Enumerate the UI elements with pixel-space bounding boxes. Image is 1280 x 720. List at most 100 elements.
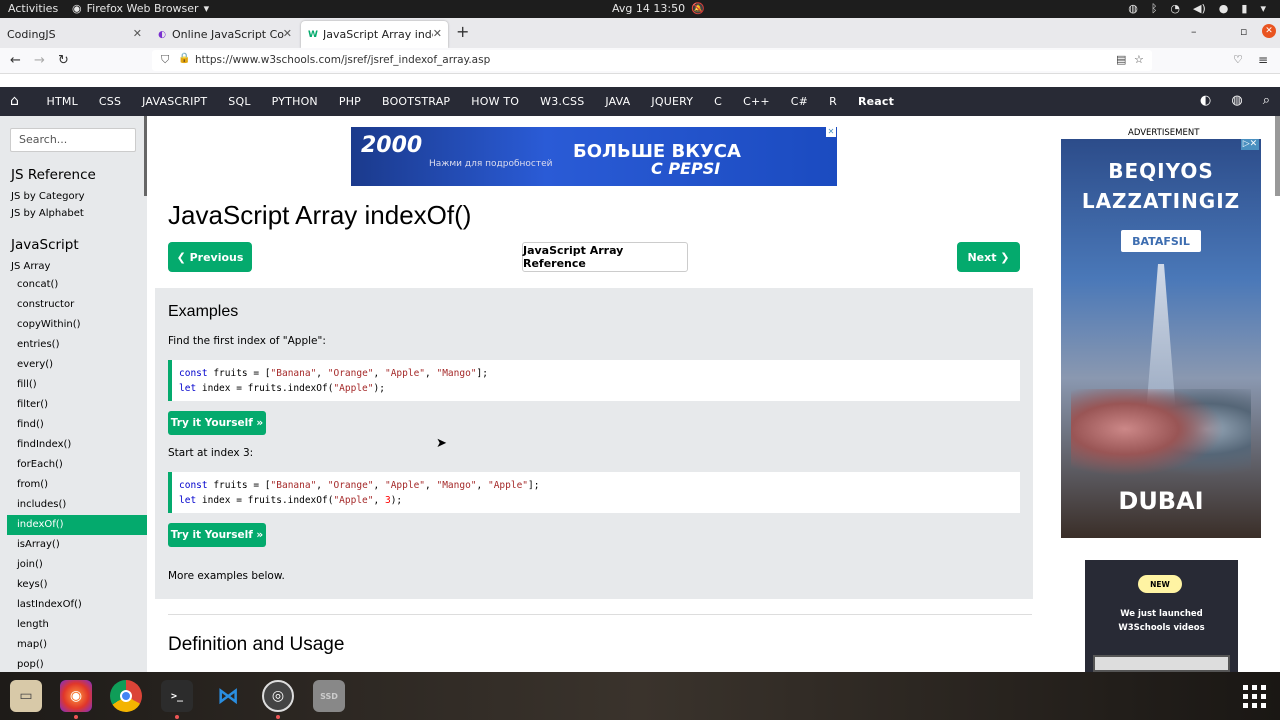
hamburger-menu-icon[interactable]: ≡ xyxy=(1258,53,1268,67)
obs-icon[interactable]: ◎ xyxy=(262,680,294,712)
theme-toggle-icon[interactable]: ◐ xyxy=(1200,93,1211,108)
sidebar-item-pop[interactable]: pop() xyxy=(0,655,147,672)
terminal-icon[interactable]: >_ xyxy=(161,680,193,712)
sidebar-item-isarray[interactable]: isArray() xyxy=(0,535,147,555)
sidebar-item-entries[interactable]: entries() xyxy=(0,335,147,355)
topnav-jquery[interactable]: JQUERY xyxy=(641,95,704,108)
sidebar-item-findindex[interactable]: findIndex() xyxy=(0,435,147,455)
sidebar-section-array[interactable]: JS Array xyxy=(11,261,50,272)
files-icon[interactable]: ▭ xyxy=(10,680,42,712)
previous-button[interactable]: ❮ Previous xyxy=(168,242,252,272)
try-it-yourself-button-2[interactable]: Try it Yourself » xyxy=(168,523,266,547)
chrome-icon[interactable] xyxy=(110,680,142,712)
new-tab-plus-icon[interactable]: + xyxy=(456,22,469,41)
system-tray[interactable]: ◍ ᛒ ◔ ◀) ● ▮ ▾ xyxy=(1128,2,1266,15)
topnav-java[interactable]: JAVA xyxy=(595,95,641,108)
pocket-icon[interactable]: ♡ xyxy=(1233,53,1243,66)
videos-promo[interactable]: NEW We just launched W3Schools videos xyxy=(1085,560,1238,672)
search-icon[interactable]: ⌕ xyxy=(1263,93,1270,108)
ad-close-icon[interactable]: ✕ xyxy=(826,127,836,137)
promo-screenshot xyxy=(1093,655,1230,672)
topnav-javascript[interactable]: JAVASCRIPT xyxy=(132,95,218,108)
minimize-icon[interactable]: – xyxy=(1191,25,1197,38)
topnav-w3css[interactable]: W3.CSS xyxy=(530,95,595,108)
tab-online-compiler[interactable]: ◐ Online JavaScript Compil ✕ xyxy=(150,21,298,48)
definition-heading: Definition and Usage xyxy=(168,634,345,655)
os-top-bar: Activities ◉ Firefox Web Browser ▾ Avg 1… xyxy=(0,0,1280,18)
sidebar-link-alphabet[interactable]: JS by Alphabet xyxy=(11,208,84,219)
sidebar-item-map[interactable]: map() xyxy=(0,635,147,655)
sidebar-item-constructor[interactable]: constructor xyxy=(0,295,147,315)
examples-heading: Examples xyxy=(168,303,239,320)
tab-codingjs[interactable]: CodingJS ✕ xyxy=(0,21,148,48)
close-icon[interactable]: ✕ xyxy=(283,27,292,40)
home-icon[interactable]: ⌂ xyxy=(10,93,19,109)
sidebar-item-filter[interactable]: filter() xyxy=(0,395,147,415)
sidebar-item-from[interactable]: from() xyxy=(0,475,147,495)
maximize-icon[interactable]: ▫ xyxy=(1240,25,1247,38)
close-icon[interactable]: ✕ xyxy=(133,27,142,40)
app-grid-icon[interactable] xyxy=(1243,685,1267,709)
reader-view-icon[interactable]: ▤ xyxy=(1116,53,1126,66)
array-reference-button[interactable]: JavaScript Array Reference xyxy=(522,242,688,272)
running-indicator xyxy=(175,715,179,719)
topnav-csharp[interactable]: C# xyxy=(780,95,818,108)
try-it-yourself-button-1[interactable]: Try it Yourself » xyxy=(168,411,266,435)
next-button[interactable]: Next ❯ xyxy=(957,242,1020,272)
topnav-c[interactable]: C xyxy=(704,95,733,108)
topnav-python[interactable]: PYTHON xyxy=(261,95,328,108)
firefox-icon[interactable]: ◉ xyxy=(60,680,92,712)
ad-cta-button[interactable]: BATAFSIL xyxy=(1121,230,1201,252)
ad-number: 2000 xyxy=(361,133,423,158)
clock[interactable]: Avg 14 13:50 🔕 xyxy=(612,2,705,15)
globe-icon[interactable]: ◍ xyxy=(1231,93,1242,108)
sidebar-item-fill[interactable]: fill() xyxy=(0,375,147,395)
disk-icon[interactable]: SSD xyxy=(313,680,345,712)
lock-icon[interactable]: 🔒 xyxy=(178,53,190,64)
address-bar[interactable]: ⛉ 🔒 https://www.w3schools.com/jsref/jsre… xyxy=(152,50,1152,71)
sidebar-item-keys[interactable]: keys() xyxy=(0,575,147,595)
shield-icon[interactable]: ⛉ xyxy=(161,53,169,67)
bookmark-star-icon[interactable]: ☆ xyxy=(1134,53,1144,66)
sidebar-item-every[interactable]: every() xyxy=(0,355,147,375)
topnav-css[interactable]: CSS xyxy=(88,95,131,108)
sidebar-item-find[interactable]: find() xyxy=(0,415,147,435)
ad-subtext: Нажми для подробностей xyxy=(429,159,553,169)
top-ad-banner[interactable]: 2000 Нажми для подробностей БОЛЬШЕ ВКУСА… xyxy=(351,127,837,186)
battery-icon: ▮ xyxy=(1241,2,1248,15)
sidebar-item-foreach[interactable]: forEach() xyxy=(0,455,147,475)
back-arrow-icon[interactable]: ← xyxy=(10,53,21,68)
sidebar-link-category[interactable]: JS by Category xyxy=(11,191,85,202)
sidebar-item-lastindexof[interactable]: lastIndexOf() xyxy=(0,595,147,615)
close-window-icon[interactable]: ✕ xyxy=(1262,24,1276,38)
ad-close-icon[interactable]: ▷✕ xyxy=(1241,139,1259,150)
close-icon[interactable]: ✕ xyxy=(433,27,442,40)
sidebar-search-input[interactable]: Search... xyxy=(10,128,136,152)
vscode-icon[interactable]: ⋈ xyxy=(212,680,244,712)
forward-arrow-icon[interactable]: → xyxy=(34,53,45,68)
page-scrollbar[interactable] xyxy=(1275,116,1280,196)
topnav-react[interactable]: React xyxy=(847,95,904,108)
topnav-howto[interactable]: HOW TO xyxy=(461,95,530,108)
code-text: ); xyxy=(373,383,385,394)
chrome-tray-icon: ◍ xyxy=(1128,2,1138,15)
sidebar-item-includes[interactable]: includes() xyxy=(0,495,147,515)
url-text[interactable]: https://www.w3schools.com/jsref/jsref_in… xyxy=(195,54,490,66)
reload-icon[interactable]: ↻ xyxy=(58,53,69,68)
app-menu[interactable]: ◉ Firefox Web Browser ▾ xyxy=(72,2,209,15)
sidebar-item-join[interactable]: join() xyxy=(0,555,147,575)
topnav-bootstrap[interactable]: BOOTSTRAP xyxy=(372,95,461,108)
topnav-sql[interactable]: SQL xyxy=(218,95,261,108)
topnav-html[interactable]: HTML xyxy=(36,95,88,108)
sidebar-item-copywithin[interactable]: copyWithin() xyxy=(0,315,147,335)
topnav-r[interactable]: R xyxy=(819,95,848,108)
side-ad-banner[interactable]: ▷✕ BEQIYOS LAZZATINGIZ BATAFSIL DUBAI xyxy=(1061,139,1261,538)
topnav-cpp[interactable]: C++ xyxy=(733,95,781,108)
sidebar-item-concat[interactable]: concat() xyxy=(0,275,147,295)
sidebar-item-indexof[interactable]: indexOf() xyxy=(7,515,147,535)
running-indicator xyxy=(276,715,280,719)
topnav-php[interactable]: PHP xyxy=(328,95,371,108)
activities-button[interactable]: Activities xyxy=(8,2,58,15)
sidebar-item-length[interactable]: length xyxy=(0,615,147,635)
tab-indexof[interactable]: W JavaScript Array indexOf ✕ xyxy=(301,21,448,48)
